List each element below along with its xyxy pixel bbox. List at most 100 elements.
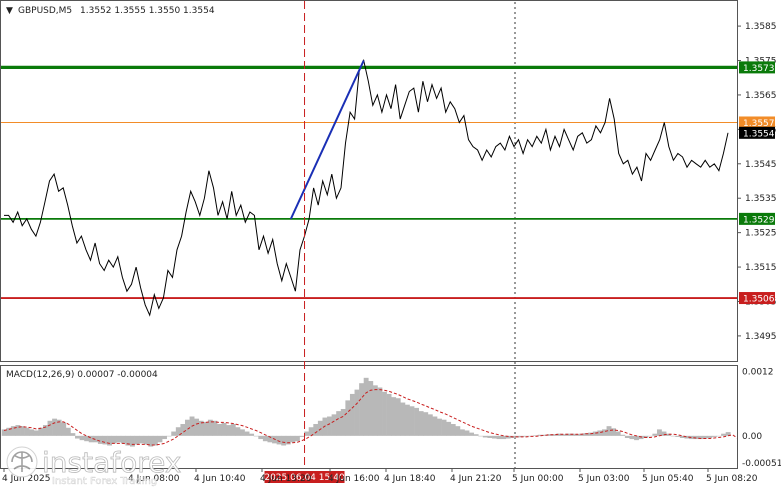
- macd-histogram-bar: [20, 426, 25, 436]
- macd-histogram-bar: [111, 435, 117, 444]
- macd-histogram-bar: [107, 435, 112, 446]
- time-tick-label: 5 Jun 05:40: [642, 474, 694, 484]
- time-tick-label: 5 Jun 08:20: [706, 474, 758, 484]
- macd-histogram-bar: [423, 412, 429, 436]
- macd-histogram-bar: [299, 435, 305, 437]
- chart-ohlc: 1.3552 1.3555 1.3550 1.3554: [80, 6, 215, 16]
- logo-tagline: Instant Forex Trading: [52, 476, 157, 487]
- price-tick-label: 1.3495: [745, 332, 777, 342]
- macd-histogram-bar: [262, 435, 268, 442]
- macd-histogram-bar: [276, 435, 282, 445]
- macd-histogram-bar: [372, 385, 378, 436]
- macd-histogram-bar: [162, 435, 167, 440]
- time-tick-label: 4 Jun 16:00: [328, 474, 380, 484]
- time-tick-label: 4 Jun 10:40: [194, 474, 246, 484]
- macd-histogram-bar: [70, 433, 76, 436]
- macd-histogram-bar: [244, 431, 250, 436]
- macd-histogram-bar: [152, 435, 158, 446]
- price-tick-label: 1.3585: [745, 22, 777, 32]
- macd-histogram-bar: [157, 435, 163, 443]
- macd-histogram-bar: [464, 430, 470, 436]
- macd-histogram-bar: [478, 435, 484, 437]
- price-panel-frame: [0, 0, 738, 362]
- macd-histogram-bar: [217, 424, 222, 436]
- macd-histogram-bar: [391, 397, 397, 436]
- macd-histogram-bar: [620, 434, 626, 436]
- macd-histogram-bar: [450, 424, 456, 436]
- macd-tick-label: 0.00: [742, 432, 762, 442]
- macd-histogram-bar: [634, 435, 639, 441]
- macd-histogram-bar: [317, 420, 323, 436]
- macd-histogram-bar: [707, 435, 713, 438]
- time-tick-label: 4 Jun 18:40: [384, 474, 436, 484]
- macd-histogram-bar: [290, 435, 296, 443]
- level-badge-label: 1.3573: [743, 64, 775, 74]
- macd-histogram-bar: [459, 429, 465, 436]
- macd-histogram-bar: [249, 433, 255, 436]
- macd-histogram-bar: [437, 418, 442, 436]
- macd-histogram-bar: [670, 435, 676, 437]
- macd-histogram-bar: [711, 435, 717, 437]
- macd-histogram-bar: [221, 422, 227, 436]
- macd-histogram-bar: [501, 435, 507, 440]
- macd-histogram-bar: [327, 416, 332, 436]
- macd-histogram-bar: [647, 435, 653, 437]
- price-tick-label: 1.3565: [745, 91, 777, 101]
- macd-axis: 0.0012 0.00 -0.00051: [742, 367, 781, 469]
- macd-histogram-bar: [400, 402, 406, 436]
- macd-histogram-bar: [102, 435, 108, 445]
- macd-histogram-bar: [409, 406, 415, 436]
- chart-canvas: 2025.06.04 15:40 1.35851.35751.35651.355…: [0, 0, 781, 487]
- macd-histogram-bar: [349, 393, 355, 436]
- price-tick-label: 1.3535: [745, 194, 777, 204]
- level-badge-label: 1.3506: [743, 295, 775, 305]
- macd-histogram-bar: [386, 393, 392, 436]
- macd-histogram-bar: [345, 400, 351, 436]
- macd-histogram-bar: [446, 421, 452, 436]
- macd-histogram-bar: [441, 419, 447, 436]
- macd-histogram-bar: [97, 435, 103, 444]
- price-axis: 1.35851.35751.35651.35551.35451.35351.35…: [737, 22, 777, 342]
- macd-tick-label: 0.0012: [742, 367, 774, 377]
- chart-symbol: GBPUSD,M5: [18, 6, 72, 16]
- macd-histogram-bar: [432, 416, 438, 436]
- macd-histogram-bar: [61, 422, 67, 436]
- macd-label: MACD(12,26,9) 0.00007 -0.00004: [6, 370, 158, 380]
- macd-histogram-bar: [601, 429, 607, 436]
- macd-histogram-bar: [120, 435, 126, 444]
- macd-histogram-bar: [33, 430, 39, 436]
- macd-histogram-bar: [194, 418, 200, 436]
- macd-histogram-bar: [313, 424, 319, 436]
- macd-histogram-bar: [492, 435, 497, 439]
- macd-histogram-bar: [134, 435, 140, 445]
- macd-histogram-bar: [368, 381, 374, 436]
- macd-histogram-bar: [716, 435, 722, 437]
- macd-histogram-bar: [258, 435, 264, 440]
- macd-histogram-bar: [629, 435, 635, 440]
- time-tick-label: 5 Jun 00:00: [512, 474, 564, 484]
- macd-histogram-bar: [395, 398, 401, 436]
- macd-histogram-bar: [721, 433, 727, 436]
- macd-histogram-bar: [418, 411, 424, 436]
- macd-histogram-bar: [116, 435, 122, 443]
- macd-histogram-bar: [336, 411, 342, 436]
- price-tick-label: 1.3525: [745, 229, 777, 239]
- macd-histogram-bar: [235, 427, 241, 436]
- macd-histogram-bar: [139, 435, 145, 444]
- macd-tick-label: -0.00051: [742, 459, 781, 469]
- macd-histogram-bar: [130, 435, 135, 447]
- time-tick-label: 4 Jun 13:20: [260, 474, 312, 484]
- macd-histogram-bar: [340, 408, 346, 436]
- time-tick-label: 5 Jun 03:00: [578, 474, 630, 484]
- macd-histogram-bar: [377, 387, 383, 436]
- macd-histogram-bar: [473, 434, 479, 436]
- price-tick-label: 1.3515: [745, 263, 777, 273]
- macd-histogram-bar: [52, 418, 57, 436]
- level-badge-label: 1.3554: [743, 129, 775, 139]
- macd-histogram-bar: [281, 435, 287, 446]
- time-tick-label: 4 Jun 21:20: [450, 474, 502, 484]
- macd-histogram-bar: [171, 431, 177, 436]
- symbol-menu-icon[interactable]: ▼: [6, 6, 13, 16]
- macd-histogram-bar: [615, 431, 621, 436]
- macd-histogram-bar: [29, 429, 35, 436]
